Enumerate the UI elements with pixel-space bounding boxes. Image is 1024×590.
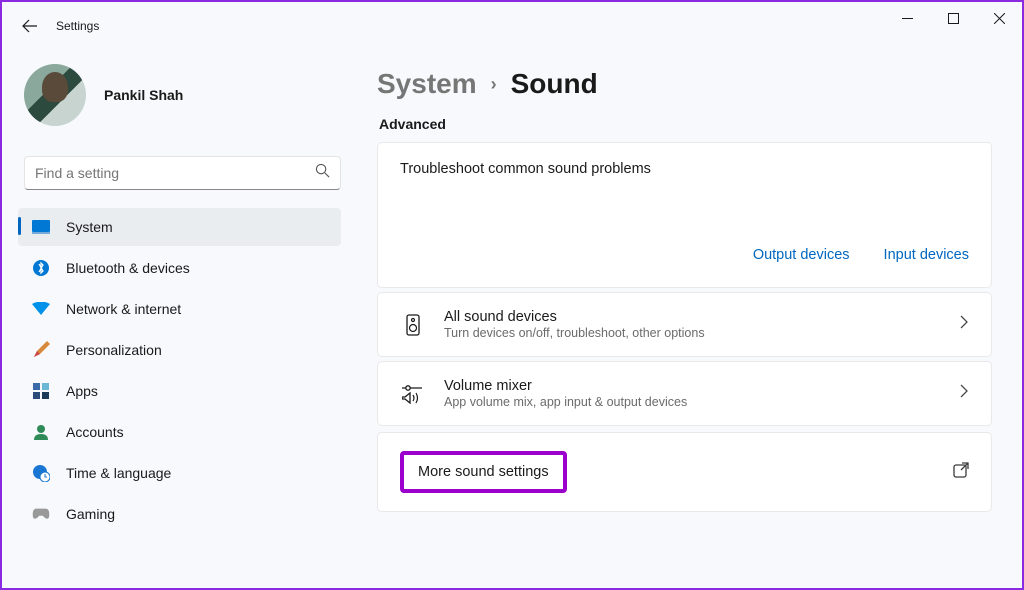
gamepad-icon [32,505,50,523]
window-title: Settings [56,19,99,33]
all-sound-devices-row[interactable]: All sound devices Turn devices on/off, t… [377,292,992,357]
back-button[interactable] [14,10,46,42]
nav-item-network[interactable]: Network & internet [18,290,341,328]
close-icon [994,13,1005,24]
nav-label: Gaming [66,506,115,522]
arrow-left-icon [22,18,38,34]
breadcrumb-parent[interactable]: System [377,68,477,100]
wifi-icon [32,300,50,318]
apps-icon [32,382,50,400]
minimize-button[interactable] [884,2,930,34]
section-advanced-label: Advanced [379,116,992,132]
breadcrumb: System › Sound [377,68,992,100]
mixer-icon [400,384,426,404]
sidebar: Pankil Shah System Bluetooth & devices N… [12,50,347,536]
input-devices-link[interactable]: Input devices [884,247,969,263]
nav-item-accounts[interactable]: Accounts [18,413,341,451]
nav-label: Network & internet [66,301,181,317]
external-link-icon [953,462,969,483]
more-sound-settings-row[interactable]: More sound settings [377,432,992,512]
minimize-icon [902,13,913,24]
nav-label: Time & language [66,465,171,481]
row-title: All sound devices [444,309,960,325]
search-icon [315,163,330,183]
bluetooth-icon [32,259,50,277]
person-icon [32,423,50,441]
window-controls [884,2,1022,34]
nav-item-personalization[interactable]: Personalization [18,331,341,369]
nav-item-time-language[interactable]: Time & language [18,454,341,492]
profile-name: Pankil Shah [104,87,183,103]
speaker-device-icon [400,314,426,336]
nav-item-gaming[interactable]: Gaming [18,495,341,533]
nav-label: Apps [66,383,98,399]
troubleshoot-card: Troubleshoot common sound problems Outpu… [377,142,992,288]
more-settings-label: More sound settings [418,464,549,480]
main-content: System › Sound Advanced Troubleshoot com… [347,50,1012,536]
page-title: Sound [511,68,598,100]
chevron-right-icon: › [491,74,497,95]
nav-label: Accounts [66,424,124,440]
search-input[interactable] [35,165,315,181]
chevron-right-icon [960,315,969,334]
nav-label: Bluetooth & devices [66,260,190,276]
titlebar: Settings [2,2,1022,50]
troubleshoot-title: Troubleshoot common sound problems [400,161,969,177]
close-button[interactable] [976,2,1022,34]
nav-item-apps[interactable]: Apps [18,372,341,410]
paintbrush-icon [32,341,50,359]
row-subtitle: Turn devices on/off, troubleshoot, other… [444,326,960,340]
maximize-button[interactable] [930,2,976,34]
row-subtitle: App volume mix, app input & output devic… [444,395,960,409]
chevron-right-icon [960,384,969,403]
volume-mixer-row[interactable]: Volume mixer App volume mix, app input &… [377,361,992,426]
nav: System Bluetooth & devices Network & int… [18,208,347,533]
maximize-icon [948,13,959,24]
avatar [24,64,86,126]
system-icon [32,218,50,236]
nav-item-bluetooth[interactable]: Bluetooth & devices [18,249,341,287]
row-title: Volume mixer [444,378,960,394]
nav-label: Personalization [66,342,162,358]
nav-label: System [66,219,113,235]
profile-section[interactable]: Pankil Shah [18,58,347,146]
nav-item-system[interactable]: System [18,208,341,246]
search-box[interactable] [24,156,341,190]
highlight-box: More sound settings [400,451,567,493]
output-devices-link[interactable]: Output devices [753,247,850,263]
globe-clock-icon [32,464,50,482]
